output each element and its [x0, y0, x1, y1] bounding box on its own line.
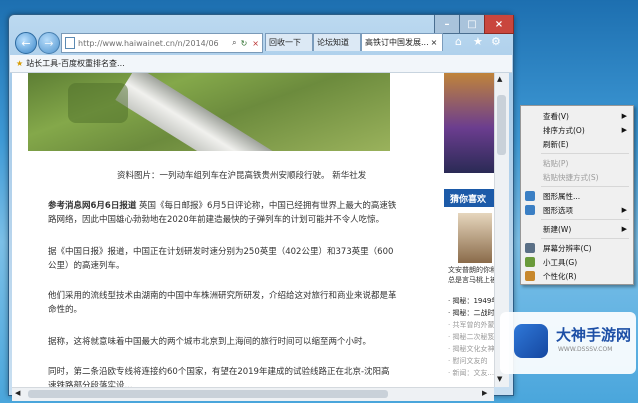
paragraph-5: 同时，第二条沿欧专线将连接约60个国家，有望在2019年建成的试验线路正在北京-…	[48, 367, 390, 387]
sidebar-link[interactable]: · 共军曾的外蒙	[448, 319, 498, 331]
menu-item-sort[interactable]: 排序方式(O) ▶	[521, 123, 633, 137]
horizontal-scroll-thumb[interactable]	[28, 390, 388, 398]
paragraph-4: 据称，这将就意味着中国最大的两个城市北京到上海间的旅行时间可以缩至两个小时。	[48, 337, 372, 347]
address-bar[interactable]: http://www.haiwainet.cn/n/2014/06 ⌕ ↻ ×	[61, 33, 263, 53]
stop-icon[interactable]: ×	[252, 39, 259, 48]
favorites-bar: ★ 站长工具-百度权重排名查...	[10, 55, 512, 73]
home-icon[interactable]: ⌂	[455, 35, 462, 48]
watermark-url: WWW.DSSSV.COM	[558, 346, 613, 353]
sidebar-link-list: · 揭秘：1949年 · 揭秘：二战时 · 共军曾的外蒙 · 揭秘二次秘笈 · …	[448, 295, 498, 379]
paragraph-1: 参考消息网6月6日报道 英国《每日邮报》6月5日评论称，中国已经拥有世界上最大的…	[48, 199, 398, 227]
menu-separator	[541, 153, 629, 154]
maximize-button[interactable]: □	[459, 15, 485, 34]
paragraph-2: 据《中国日报》报道，中国正在计划研发时速分别为250英里（402公里）和373英…	[48, 247, 394, 271]
refresh-icon[interactable]: ↻	[241, 39, 248, 48]
sidebar-link[interactable]: · 新闻：文友...	[448, 367, 498, 379]
sidebar-heading-box: 猜你喜欢	[444, 189, 496, 207]
scroll-right-icon[interactable]: ▶	[482, 389, 487, 397]
game-ad-image[interactable]	[444, 73, 496, 173]
photo-caption: 资料图片：一列动车组列车在沪昆高铁贵州安顺段行驶。 新华社发	[117, 171, 367, 181]
submenu-arrow-icon: ▶	[621, 225, 627, 233]
menu-item-graphics-properties[interactable]: 图形属性...	[521, 189, 633, 203]
graphics-icon	[525, 191, 535, 201]
menu-item-personalize[interactable]: 个性化(R)	[521, 269, 633, 283]
personalize-icon	[525, 271, 535, 281]
gear-icon[interactable]: ⚙	[491, 35, 501, 48]
article-photo	[28, 73, 390, 151]
scroll-left-icon[interactable]: ◀	[15, 389, 20, 397]
watermark-logo-icon	[514, 324, 548, 358]
arrow-left-icon: ←	[21, 36, 31, 50]
sidebar-caption-2[interactable]: 总是言马桃上被	[448, 275, 496, 285]
favorites-item[interactable]: 站长工具-百度权重排名查...	[26, 58, 125, 69]
favorites-icon: ★	[16, 59, 24, 68]
sidebar-link[interactable]: · 揭秘文化女神	[448, 343, 498, 355]
submenu-arrow-icon: ▶	[621, 126, 627, 134]
menu-item-gadgets[interactable]: 小工具(G)	[521, 255, 633, 269]
menu-item-paste-shortcut[interactable]: 粘贴快捷方式(S)	[521, 170, 633, 184]
article-lead: 参考消息网6月6日报道	[48, 201, 137, 211]
sidebar-link[interactable]: · 揭秘：1949年	[448, 295, 498, 307]
scroll-up-icon[interactable]: ▲	[497, 75, 502, 83]
watermark: 大神手游网 WWW.DSSSV.COM	[500, 312, 636, 374]
gadgets-icon	[525, 257, 535, 267]
sidebar-link[interactable]: · 慰问文友的	[448, 355, 498, 367]
scroll-down-icon[interactable]: ▼	[497, 375, 502, 383]
arrow-right-icon: →	[44, 36, 54, 50]
menu-separator	[541, 238, 629, 239]
favorites-star-icon[interactable]: ★	[473, 35, 483, 48]
page-content: 资料图片：一列动车组列车在沪昆高铁贵州安顺段行驶。 新华社发 参考消息网6月6日…	[12, 73, 509, 387]
submenu-arrow-icon: ▶	[621, 112, 627, 120]
tab-2[interactable]: 论坛知道	[313, 33, 361, 51]
graphics-icon	[525, 205, 535, 215]
sidebar-link[interactable]: · 揭秘：二战时	[448, 307, 498, 319]
tab-1[interactable]: 回收一下	[265, 33, 313, 51]
forward-button[interactable]: →	[38, 32, 60, 54]
vertical-scroll-thumb[interactable]	[497, 95, 506, 155]
browser-window: – □ × ← → http://www.haiwainet.cn/n/2014…	[8, 14, 514, 401]
menu-item-new[interactable]: 新建(W) ▶	[521, 222, 633, 236]
sidebar-caption[interactable]: 文安普朗的你和台军	[448, 265, 496, 275]
sidebar-thumbnail[interactable]	[458, 213, 492, 263]
menu-item-paste[interactable]: 粘贴(P)	[521, 156, 633, 170]
menu-item-view[interactable]: 查看(V) ▶	[521, 109, 633, 123]
menu-item-screen-resolution[interactable]: 屏幕分辨率(C)	[521, 241, 633, 255]
sidebar-heading: 猜你喜欢	[450, 195, 487, 205]
menu-separator	[541, 186, 629, 187]
submenu-arrow-icon: ▶	[621, 206, 627, 214]
menu-item-graphics-options[interactable]: 图形选项 ▶	[521, 203, 633, 217]
close-tab-icon[interactable]: ×	[431, 38, 438, 47]
sidebar-link[interactable]: · 揭秘二次秘笈	[448, 331, 498, 343]
minimize-button[interactable]: –	[434, 15, 460, 34]
desktop-context-menu: 查看(V) ▶ 排序方式(O) ▶ 刷新(E) 粘贴(P) 粘贴快捷方式(S) 图形…	[520, 105, 634, 285]
horizontal-scrollbar[interactable]: ◀ ▶	[12, 387, 494, 401]
menu-item-refresh[interactable]: 刷新(E)	[521, 137, 633, 151]
search-icon[interactable]: ⌕	[232, 38, 236, 48]
paragraph-3: 他们采用的流线型技术由湖南的中国中车株洲研究所研发，介绍给这对旅行和商业来说都是…	[48, 291, 397, 315]
watermark-name: 大神手游网	[556, 326, 632, 344]
back-button[interactable]: ←	[15, 32, 37, 54]
tab-3-active[interactable]: 高铁订中国发展... ×	[361, 33, 443, 51]
address-text: http://www.haiwainet.cn/n/2014/06	[78, 38, 219, 48]
close-button[interactable]: ×	[484, 15, 514, 34]
monitor-icon	[525, 243, 535, 253]
page-icon	[65, 37, 75, 49]
menu-separator	[541, 219, 629, 220]
